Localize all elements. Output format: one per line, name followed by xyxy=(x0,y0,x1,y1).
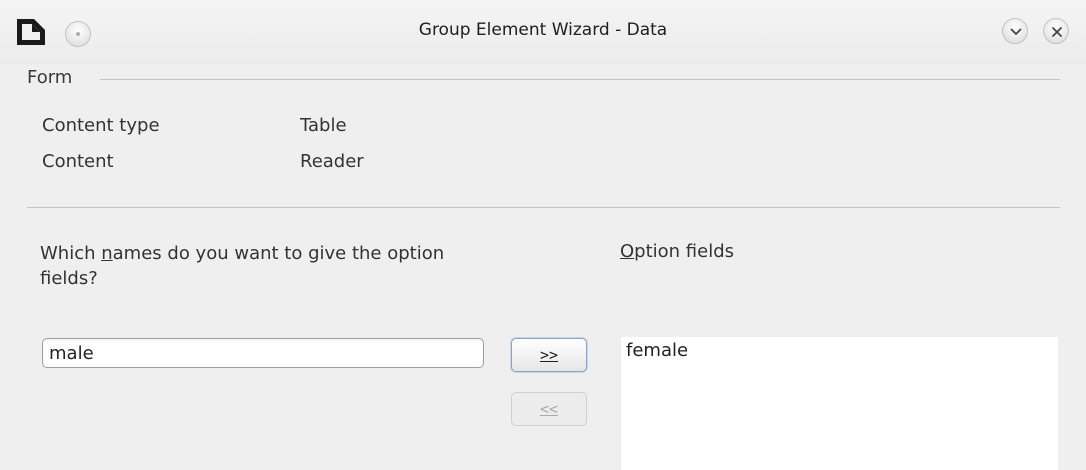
form-group-label: Form xyxy=(27,67,73,88)
content-type-label: Content type xyxy=(42,115,160,136)
minimize-icon xyxy=(1010,28,1022,35)
close-button[interactable] xyxy=(1043,18,1069,44)
add-option-button[interactable]: >> xyxy=(511,338,587,372)
option-fields-label: Option fields xyxy=(620,241,734,262)
remove-option-button[interactable]: << xyxy=(511,392,587,426)
title-bar: Group Element Wizard - Data xyxy=(0,0,1086,64)
close-icon xyxy=(1052,27,1062,37)
form-group-divider xyxy=(100,79,1060,80)
content-type-value: Table xyxy=(300,115,347,136)
names-question-label: Which names do you want to give the opti… xyxy=(40,241,480,291)
option-fields-label-text: ption fields xyxy=(634,241,735,262)
window-title: Group Element Wizard - Data xyxy=(418,20,668,40)
content-value: Reader xyxy=(300,151,364,172)
option-fields-accelerator: O xyxy=(620,241,635,262)
minimize-button[interactable] xyxy=(1002,18,1028,44)
question-text-start: Which xyxy=(40,243,102,264)
section-divider xyxy=(27,207,1060,208)
content-label: Content xyxy=(42,151,114,172)
option-name-input[interactable] xyxy=(42,338,484,368)
question-accelerator: n xyxy=(101,243,113,264)
option-fields-list[interactable]: female xyxy=(621,337,1058,470)
list-item[interactable]: female xyxy=(626,340,688,361)
